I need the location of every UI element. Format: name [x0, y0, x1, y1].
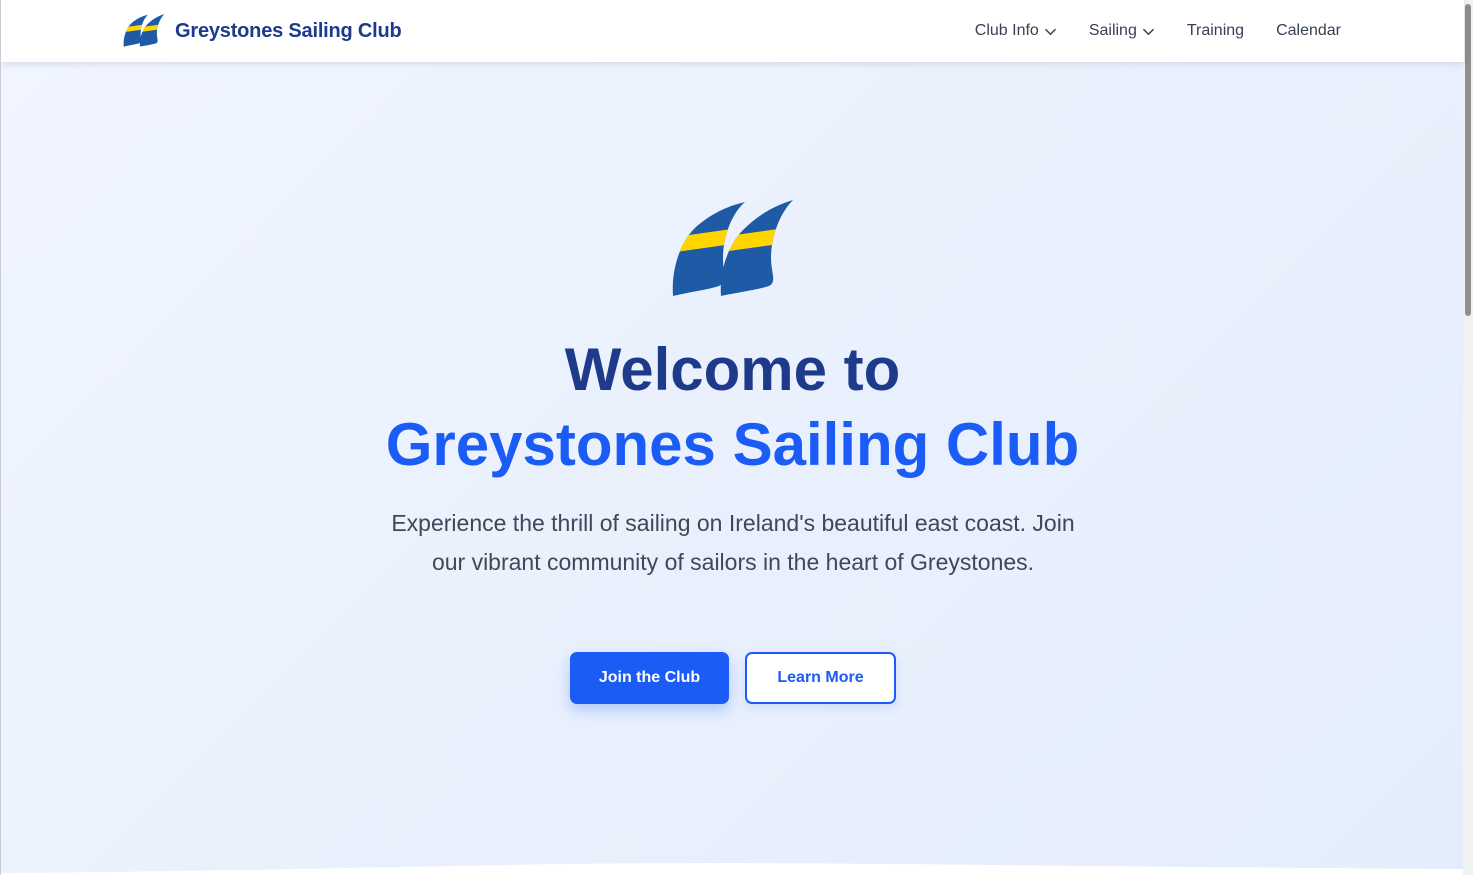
- nav-item-label: Training: [1186, 22, 1245, 39]
- scrollbar-thumb[interactable]: [1465, 4, 1471, 316]
- hero-subtitle: Experience the thrill of sailing on Irel…: [391, 510, 1075, 575]
- main-nav: Club Info Sailing Training Calendar: [975, 0, 1341, 62]
- learn-more-button[interactable]: Learn More: [745, 652, 896, 704]
- nav-item-club-info[interactable]: Club Info: [975, 22, 1057, 40]
- chevron-down-icon: [1044, 28, 1056, 35]
- wave-divider: [1, 863, 1464, 875]
- browser-viewport: Greystones Sailing Club Club Info Sailin…: [0, 0, 1473, 875]
- join-club-button[interactable]: Join the Club: [570, 652, 729, 704]
- nav-item-calendar[interactable]: Calendar: [1276, 22, 1341, 40]
- hero-title-club-name: Greystones Sailing Club: [385, 411, 1080, 478]
- nav-item-label: Club Info: [974, 22, 1039, 39]
- nav-item-training[interactable]: Training: [1187, 22, 1244, 40]
- hero-section: Welcome to Greystones Sailing Club Exper…: [1, 62, 1464, 875]
- scrollbar[interactable]: [1463, 0, 1473, 875]
- sails-logo-icon: [672, 200, 794, 296]
- sails-logo-icon: [123, 14, 165, 47]
- nav-item-label: Calendar: [1276, 22, 1341, 39]
- nav-item-label: Sailing: [1088, 22, 1137, 39]
- nav-item-sailing[interactable]: Sailing: [1089, 22, 1155, 40]
- hero-title: Welcome to: [564, 336, 901, 403]
- chevron-down-icon: [1142, 28, 1154, 35]
- brand-name: Greystones Sailing Club: [175, 19, 402, 42]
- brand-home-link[interactable]: Greystones Sailing Club: [123, 12, 402, 50]
- site-header: Greystones Sailing Club Club Info Sailin…: [1, 0, 1464, 62]
